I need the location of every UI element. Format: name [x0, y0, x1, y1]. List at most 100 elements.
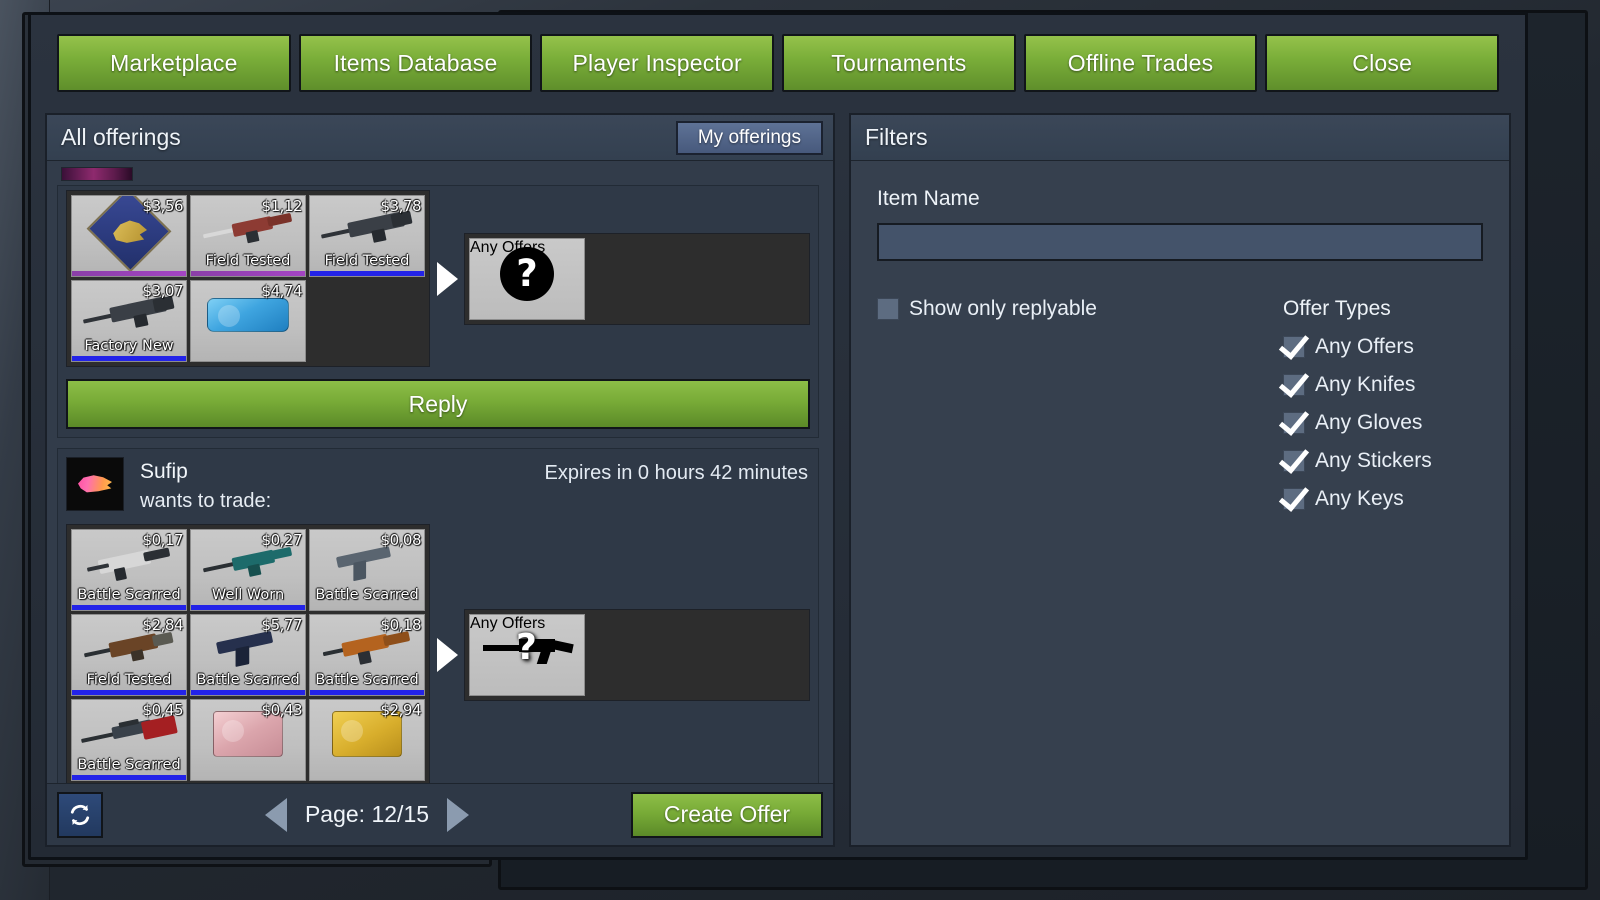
rarity-bar — [310, 605, 424, 610]
filters-body: Item Name Show only replyable Offer Type… — [851, 161, 1509, 845]
filters-title: Filters — [865, 124, 928, 150]
item-condition: Battle Scarred — [196, 672, 300, 689]
question-mark-icon: ? — [500, 246, 554, 301]
pagination: Page: 12/15 — [103, 797, 631, 832]
item-slot[interactable]: $4,74 — [190, 280, 306, 362]
item-condition: Well Worn — [211, 587, 285, 604]
item-price: $4,74 — [261, 282, 303, 300]
offer-header: Sufip wants to trade: Expires in 0 hours… — [58, 449, 818, 520]
item-name-input[interactable] — [877, 223, 1483, 261]
filters-left-column: Show only replyable — [877, 297, 1283, 525]
offerings-footer: Page: 12/15 Create Offer — [47, 783, 833, 845]
item-slot[interactable]: $3,56 — [71, 195, 187, 277]
item-price: $3,07 — [142, 282, 184, 300]
wanted-items-box: ? Any Offers — [464, 609, 810, 702]
reply-button[interactable]: Reply — [66, 379, 810, 429]
rarity-bar — [310, 271, 424, 276]
offered-items-grid: $3,56 $1,12 Field Tested $3,78 Field Tes… — [66, 190, 430, 367]
checkbox-label: Any Stickers — [1315, 449, 1432, 472]
panther-avatar-icon — [78, 475, 112, 493]
checkbox-label: Any Gloves — [1315, 411, 1423, 434]
rarity-bar — [191, 690, 305, 696]
item-slot[interactable]: $3,07 Factory New — [71, 280, 187, 362]
checkbox-box — [1283, 488, 1305, 510]
item-condition: Battle Scarred — [77, 587, 181, 604]
filter-columns: Show only replyable Offer Types Any Offe… — [877, 297, 1483, 525]
rarity-bar — [72, 356, 186, 361]
offer-types-title: Offer Types — [1283, 297, 1391, 320]
rarity-bar — [72, 605, 186, 611]
item-slot[interactable]: $0,17 Battle Scarred — [71, 529, 187, 612]
checkbox-box — [1283, 336, 1305, 358]
item-price: $3,56 — [142, 197, 184, 215]
filter-any-keys[interactable]: Any Keys — [1283, 487, 1483, 511]
filter-any-stickers[interactable]: Any Stickers — [1283, 449, 1483, 473]
prev-page-button[interactable] — [264, 797, 287, 832]
item-slot[interactable]: $5,77 Battle Scarred — [190, 614, 306, 697]
item-condition: Battle Scarred — [77, 757, 181, 774]
item-price: $2,84 — [142, 616, 184, 635]
window-body: All offerings My offerings $3,56 $1,12 F… — [45, 113, 1511, 847]
item-condition: Factory New — [84, 338, 174, 354]
nav-player-inspector[interactable]: Player Inspector — [540, 34, 775, 92]
partial-item-preview — [61, 167, 133, 181]
offer-types-column: Offer Types Any Offers Any Knifes Any Gl… — [1283, 297, 1483, 525]
item-slot-empty — [309, 280, 425, 362]
filter-any-gloves[interactable]: Any Gloves — [1283, 411, 1483, 435]
wanted-items-box: ? Any Offers — [464, 232, 810, 325]
item-condition: Field Tested — [86, 672, 172, 689]
rarity-bar — [72, 690, 186, 696]
trade-row: $0,17 Battle Scarred $0,27 Well Worn $0,… — [58, 520, 818, 783]
item-condition: Field Tested — [324, 253, 410, 269]
wanted-item-slot[interactable]: ? Any Offers — [469, 614, 585, 697]
nav-tournaments[interactable]: Tournaments — [782, 34, 1016, 92]
rarity-bar — [72, 775, 186, 781]
rarity-bar — [191, 356, 305, 361]
offered-items-grid: $0,17 Battle Scarred $0,27 Well Worn $0,… — [66, 524, 430, 783]
checkbox-box — [1283, 374, 1305, 396]
next-page-button[interactable] — [447, 797, 470, 832]
item-price: $5,77 — [261, 616, 303, 635]
filter-any-offers[interactable]: Any Offers — [1283, 335, 1483, 359]
wanted-item-slot[interactable]: ? Any Offers — [469, 237, 585, 320]
item-slot[interactable]: $0,45 Battle Scarred — [71, 699, 187, 782]
offerings-panel: All offerings My offerings $3,56 $1,12 F… — [45, 113, 835, 847]
rarity-bar — [310, 775, 424, 780]
show-only-replyable-checkbox[interactable]: Show only replyable — [877, 297, 1283, 321]
rifle-question-icon: ? — [481, 627, 574, 671]
checkbox-label: Show only replyable — [909, 297, 1097, 320]
nav-items-database[interactable]: Items Database — [298, 34, 533, 92]
nav-marketplace[interactable]: Marketplace — [57, 34, 291, 92]
item-slot[interactable]: $1,12 Field Tested — [190, 195, 306, 277]
nav-offline-trades[interactable]: Offline Trades — [1023, 34, 1258, 92]
offer-expiry: Expires in 0 hours 42 minutes — [544, 462, 808, 484]
item-condition: Battle Scarred — [315, 672, 419, 689]
item-slot[interactable]: $0,43 — [190, 699, 306, 782]
checkbox-label: Any Keys — [1315, 487, 1404, 510]
checkbox-box — [1283, 412, 1305, 434]
item-slot[interactable]: $0,18 Battle Scarred — [309, 614, 425, 697]
my-offerings-button[interactable]: My offerings — [675, 120, 823, 155]
trade-row: $3,56 $1,12 Field Tested $3,78 Field Tes… — [58, 186, 818, 375]
checkbox-box — [1283, 450, 1305, 472]
filters-panel: Filters Item Name Show only replyable Of… — [849, 113, 1511, 847]
rarity-bar — [191, 605, 305, 611]
page-indicator: Page: 12/15 — [304, 801, 430, 827]
item-slot[interactable]: $2,84 Field Tested — [71, 614, 187, 697]
item-condition: Battle Scarred — [315, 587, 419, 604]
item-slot[interactable]: $0,08 Battle Scarred — [309, 529, 425, 612]
offerings-scroll-area[interactable]: $3,56 $1,12 Field Tested $3,78 Field Tes… — [47, 161, 833, 783]
item-slot[interactable]: $0,27 Well Worn — [190, 529, 306, 612]
trade-direction-arrow-icon — [430, 261, 464, 296]
nav-close[interactable]: Close — [1265, 34, 1500, 92]
create-offer-button[interactable]: Create Offer — [631, 791, 823, 838]
refresh-button[interactable] — [57, 791, 103, 838]
offer-card: $3,56 $1,12 Field Tested $3,78 Field Tes… — [57, 185, 819, 438]
marketplace-window: Marketplace Items Database Player Inspec… — [28, 12, 1528, 860]
app-root: Marketplace Items Database Player Inspec… — [0, 0, 1600, 900]
filter-any-knifes[interactable]: Any Knifes — [1283, 373, 1483, 397]
avatar — [66, 457, 124, 511]
item-price: $0,08 — [380, 531, 422, 550]
item-slot[interactable]: $3,78 Field Tested — [309, 195, 425, 277]
item-slot[interactable]: $2,94 — [309, 699, 425, 782]
